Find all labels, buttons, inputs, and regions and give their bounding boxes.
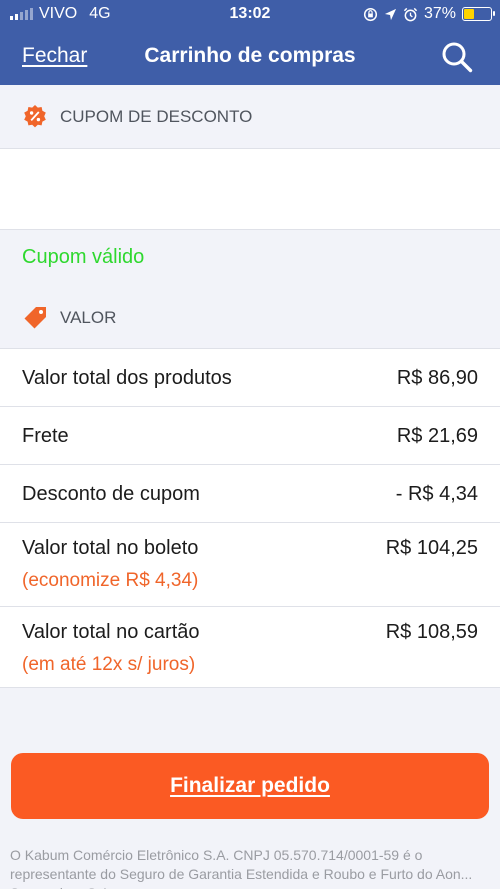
legal-disclaimer: O Kabum Comércio Eletrônico S.A. CNPJ 05… [10, 847, 473, 889]
location-arrow-icon [384, 8, 397, 20]
value-amount: R$ 108,59 [385, 621, 478, 643]
value-label: Valor total no cartão [22, 621, 200, 643]
page-title: Carrinho de compras [144, 44, 356, 67]
values-section-label: VALOR [60, 308, 117, 327]
value-row-boleto-total: Valor total no boleto R$ 104,25 (economi… [0, 523, 500, 607]
coupon-status: Cupom válido [22, 246, 145, 268]
value-amount: R$ 86,90 [396, 367, 478, 389]
coupon-section-header: CUPOM DE DESCONTO [0, 85, 500, 149]
value-label: Valor total no boleto [22, 537, 199, 559]
value-row-shipping: Frete R$ 21,69 [0, 407, 500, 465]
coupon-code-input[interactable] [0, 148, 500, 230]
discount-badge-icon [24, 105, 46, 128]
value-row-products: Valor total dos produtos R$ 86,90 [0, 349, 500, 407]
value-row-coupon-discount: Desconto de cupom - R$ 4,34 [0, 465, 500, 523]
status-bar: VIVO 4G 13:02 37% [0, 0, 500, 28]
value-label: Frete [22, 425, 69, 447]
alarm-icon [403, 7, 418, 21]
battery-level [464, 9, 474, 19]
value-row-card-total: Valor total no cartão R$ 108,59 (em até … [0, 607, 500, 689]
value-label: Desconto de cupom [22, 483, 200, 505]
installments-note: (em até 12x s/ juros) [22, 654, 196, 675]
value-amount: R$ 21,69 [396, 425, 478, 447]
values-section-header: VALOR [0, 286, 500, 350]
search-icon[interactable] [440, 40, 474, 74]
finalize-order-button[interactable]: Finalizar pedido [11, 753, 489, 819]
value-label: Valor total dos produtos [22, 367, 232, 389]
screen-rotation-lock-icon [363, 7, 378, 21]
status-right: 37% [363, 5, 495, 23]
value-amount: R$ 104,25 [385, 537, 478, 559]
value-amount: - R$ 4,34 [395, 483, 478, 505]
price-tag-icon [24, 307, 46, 329]
boleto-savings-note: (economize R$ 4,34) [22, 570, 199, 591]
nav-bar: Fechar Carrinho de compras [0, 28, 500, 85]
coupon-section-label: CUPOM DE DESCONTO [60, 107, 253, 126]
values-list: Valor total dos produtos R$ 86,90 Frete … [0, 348, 500, 688]
battery-icon [462, 7, 495, 21]
battery-percent: 37% [423, 5, 456, 22]
